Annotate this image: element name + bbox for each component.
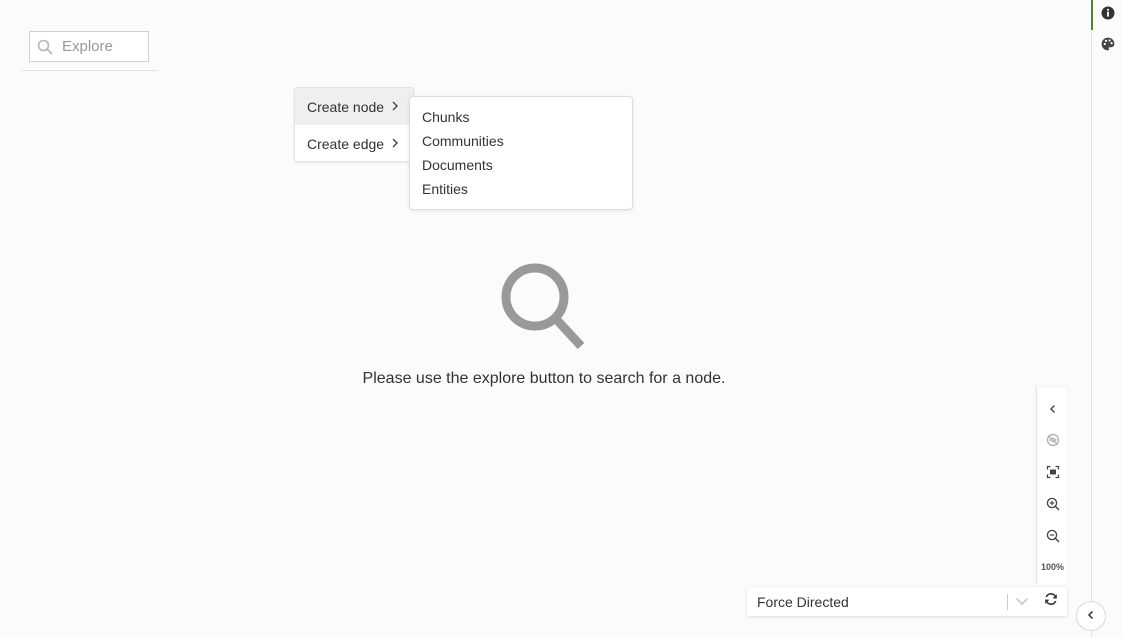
search-panel xyxy=(21,24,158,71)
style-button[interactable] xyxy=(1092,31,1123,61)
chevron-left-icon xyxy=(1048,401,1058,419)
hide-button[interactable] xyxy=(1037,429,1068,455)
menu-item-create-node[interactable]: Create node xyxy=(295,88,413,125)
zoom-in-button[interactable] xyxy=(1037,493,1068,519)
layout-select-value: Force Directed xyxy=(757,593,849,610)
info-icon xyxy=(1101,6,1115,25)
layout-select[interactable]: Force Directed xyxy=(747,587,1067,616)
menu-item-create-edge[interactable]: Create edge xyxy=(295,125,413,162)
collapse-panel-button[interactable] xyxy=(1076,601,1106,631)
menu-item-label: Create node xyxy=(307,98,385,115)
refresh-layout-button[interactable] xyxy=(1035,587,1067,616)
zoom-level: 100% xyxy=(1040,562,1065,572)
search-box[interactable] xyxy=(29,31,149,62)
submenu-item-documents[interactable]: Documents xyxy=(410,153,632,177)
right-rail xyxy=(1091,0,1123,637)
submenu-item-chunks[interactable]: Chunks xyxy=(410,105,632,129)
submenu-item-communities[interactable]: Communities xyxy=(410,129,632,153)
chevron-right-icon xyxy=(391,100,399,114)
zoom-out-button[interactable] xyxy=(1037,525,1068,551)
info-button[interactable] xyxy=(1091,0,1123,30)
magnifier-icon xyxy=(496,260,590,354)
empty-state-message: Please use the explore button to search … xyxy=(362,370,726,387)
zoom-in-icon xyxy=(1046,497,1060,516)
fit-to-screen-button[interactable] xyxy=(1037,461,1068,487)
layout-dropdown-button[interactable] xyxy=(1008,587,1035,616)
hide-icon xyxy=(1046,433,1060,452)
expand-toolbar-button[interactable] xyxy=(1037,397,1068,423)
chevron-left-icon xyxy=(1086,607,1096,625)
palette-icon xyxy=(1101,37,1115,56)
context-menu: Create node Create edge xyxy=(294,87,414,162)
menu-item-label: Create edge xyxy=(307,135,385,152)
refresh-icon xyxy=(1044,592,1058,611)
search-icon xyxy=(30,32,60,61)
create-node-submenu: Chunks Communities Documents Entities xyxy=(409,96,633,210)
zoom-out-icon xyxy=(1046,529,1060,548)
chevron-right-icon xyxy=(391,137,399,151)
submenu-item-entities[interactable]: Entities xyxy=(410,177,632,201)
chevron-down-icon xyxy=(1015,593,1029,611)
fit-screen-icon xyxy=(1046,465,1060,484)
zoom-toolbar: 100% xyxy=(1036,387,1067,585)
search-input[interactable] xyxy=(60,38,145,55)
